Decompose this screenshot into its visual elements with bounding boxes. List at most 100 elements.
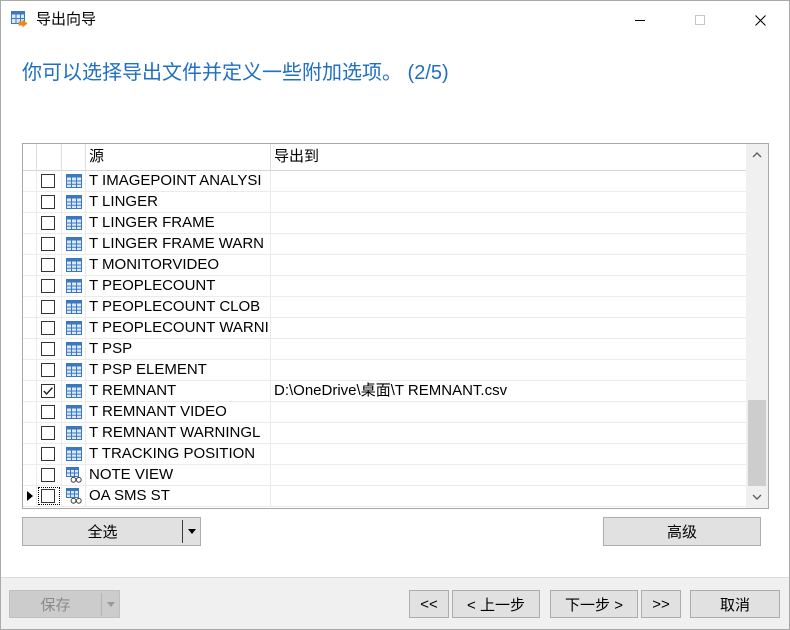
row-checkbox[interactable] xyxy=(41,405,55,419)
row-checkbox-cell[interactable] xyxy=(37,444,62,464)
row-checkbox[interactable] xyxy=(41,321,55,335)
row-indicator[interactable] xyxy=(23,255,37,275)
row-checkbox[interactable] xyxy=(41,468,55,482)
row-export-path[interactable] xyxy=(271,339,746,359)
row-source-name[interactable]: NOTE VIEW xyxy=(86,465,271,485)
row-source-name[interactable]: T IMAGEPOINT ANALYSI xyxy=(86,171,271,191)
title-bar[interactable]: 导出向导 xyxy=(0,0,790,40)
row-checkbox-cell[interactable] xyxy=(37,402,62,422)
table-row[interactable]: T PEOPLECOUNT CLOB xyxy=(23,297,746,318)
row-source-name[interactable]: T PEOPLECOUNT WARNI xyxy=(86,318,271,338)
row-indicator[interactable] xyxy=(23,171,37,191)
table-row[interactable]: T PEOPLECOUNT xyxy=(23,276,746,297)
row-export-path[interactable] xyxy=(271,318,746,338)
row-export-path[interactable] xyxy=(271,234,746,254)
row-source-name[interactable]: T REMNANT WARNINGL xyxy=(86,423,271,443)
row-checkbox-cell[interactable] xyxy=(37,276,62,296)
table-row[interactable]: T REMNANT VIDEO xyxy=(23,402,746,423)
row-indicator[interactable] xyxy=(23,297,37,317)
row-checkbox[interactable] xyxy=(41,279,55,293)
row-checkbox-cell[interactable] xyxy=(37,255,62,275)
save-button[interactable]: 保存 xyxy=(10,591,101,617)
previous-step-button[interactable]: < 上一步 xyxy=(452,590,540,618)
row-indicator[interactable] xyxy=(23,213,37,233)
row-checkbox[interactable] xyxy=(41,384,55,398)
row-indicator[interactable] xyxy=(23,444,37,464)
minimize-button[interactable] xyxy=(617,4,663,36)
close-button[interactable] xyxy=(737,4,783,36)
row-indicator[interactable] xyxy=(23,339,37,359)
table-row[interactable]: T PSP xyxy=(23,339,746,360)
row-export-path[interactable] xyxy=(271,213,746,233)
row-export-path[interactable] xyxy=(271,255,746,275)
row-indicator[interactable] xyxy=(23,465,37,485)
select-all-button[interactable]: 全选 xyxy=(23,518,182,545)
row-export-path[interactable] xyxy=(271,423,746,443)
table-row[interactable]: T PSP ELEMENT xyxy=(23,360,746,381)
row-checkbox-cell[interactable] xyxy=(37,339,62,359)
row-export-path[interactable] xyxy=(271,297,746,317)
row-source-name[interactable]: T MONITORVIDEO xyxy=(86,255,271,275)
column-header-export-to[interactable]: 导出到 xyxy=(271,144,746,170)
row-export-path[interactable] xyxy=(271,360,746,380)
row-checkbox-cell[interactable] xyxy=(37,297,62,317)
row-checkbox-cell[interactable] xyxy=(37,465,62,485)
row-indicator[interactable] xyxy=(23,234,37,254)
table-row[interactable]: T REMNANT WARNINGL xyxy=(23,423,746,444)
row-source-name[interactable]: T LINGER FRAME xyxy=(86,213,271,233)
row-checkbox[interactable] xyxy=(41,363,55,377)
row-export-path[interactable] xyxy=(271,171,746,191)
row-checkbox[interactable] xyxy=(41,447,55,461)
row-export-path[interactable] xyxy=(271,402,746,422)
row-indicator[interactable] xyxy=(23,318,37,338)
row-indicator[interactable] xyxy=(23,360,37,380)
row-source-name[interactable]: T PEOPLECOUNT CLOB xyxy=(86,297,271,317)
header-checkbox-cell[interactable] xyxy=(37,144,62,170)
next-step-button[interactable]: 下一步 > xyxy=(550,590,638,618)
row-source-name[interactable]: T REMNANT xyxy=(86,381,271,401)
row-source-name[interactable]: T TRACKING POSITION xyxy=(86,444,271,464)
row-source-name[interactable]: T LINGER xyxy=(86,192,271,212)
cancel-button[interactable]: 取消 xyxy=(690,590,780,618)
row-export-path[interactable] xyxy=(271,486,746,506)
row-indicator[interactable] xyxy=(23,381,37,401)
row-checkbox[interactable] xyxy=(41,237,55,251)
scroll-down-button[interactable] xyxy=(746,486,768,508)
row-checkbox[interactable] xyxy=(41,195,55,209)
export-objects-grid[interactable]: 源 导出到 T IMAGEPOINT ANALYSI T LINGER T LING… xyxy=(22,143,769,509)
table-row[interactable]: T LINGER xyxy=(23,192,746,213)
row-indicator[interactable] xyxy=(23,486,37,506)
save-dropdown-button[interactable] xyxy=(102,591,119,617)
row-checkbox-cell[interactable] xyxy=(37,192,62,212)
row-export-path[interactable] xyxy=(271,192,746,212)
table-row[interactable]: T REMNANT D:\OneDrive\桌面\T REMNANT.csv xyxy=(23,381,746,402)
table-row[interactable]: NOTE VIEW xyxy=(23,465,746,486)
row-export-path[interactable]: D:\OneDrive\桌面\T REMNANT.csv xyxy=(271,381,746,401)
row-checkbox[interactable] xyxy=(41,300,55,314)
table-row[interactable]: T TRACKING POSITION xyxy=(23,444,746,465)
row-checkbox-cell[interactable] xyxy=(37,171,62,191)
table-row[interactable]: T IMAGEPOINT ANALYSI xyxy=(23,171,746,192)
row-source-name[interactable]: T PSP ELEMENT xyxy=(86,360,271,380)
row-checkbox-cell[interactable] xyxy=(37,486,62,506)
maximize-button[interactable] xyxy=(677,4,723,36)
table-row[interactable]: T LINGER FRAME WARN xyxy=(23,234,746,255)
table-row[interactable]: T MONITORVIDEO xyxy=(23,255,746,276)
row-checkbox[interactable] xyxy=(41,342,55,356)
row-source-name[interactable]: T PSP xyxy=(86,339,271,359)
select-all-dropdown-button[interactable] xyxy=(183,518,200,545)
scroll-up-button[interactable] xyxy=(746,144,768,166)
last-step-button[interactable]: >> xyxy=(641,590,681,618)
row-checkbox-cell[interactable] xyxy=(37,318,62,338)
table-row[interactable]: T PEOPLECOUNT WARNI xyxy=(23,318,746,339)
row-checkbox-cell[interactable] xyxy=(37,213,62,233)
row-source-name[interactable]: T PEOPLECOUNT xyxy=(86,276,271,296)
row-indicator[interactable] xyxy=(23,402,37,422)
row-export-path[interactable] xyxy=(271,465,746,485)
row-indicator[interactable] xyxy=(23,423,37,443)
row-checkbox-cell[interactable] xyxy=(37,360,62,380)
row-source-name[interactable]: T REMNANT VIDEO xyxy=(86,402,271,422)
row-export-path[interactable] xyxy=(271,276,746,296)
first-step-button[interactable]: << xyxy=(409,590,449,618)
row-checkbox[interactable] xyxy=(41,258,55,272)
